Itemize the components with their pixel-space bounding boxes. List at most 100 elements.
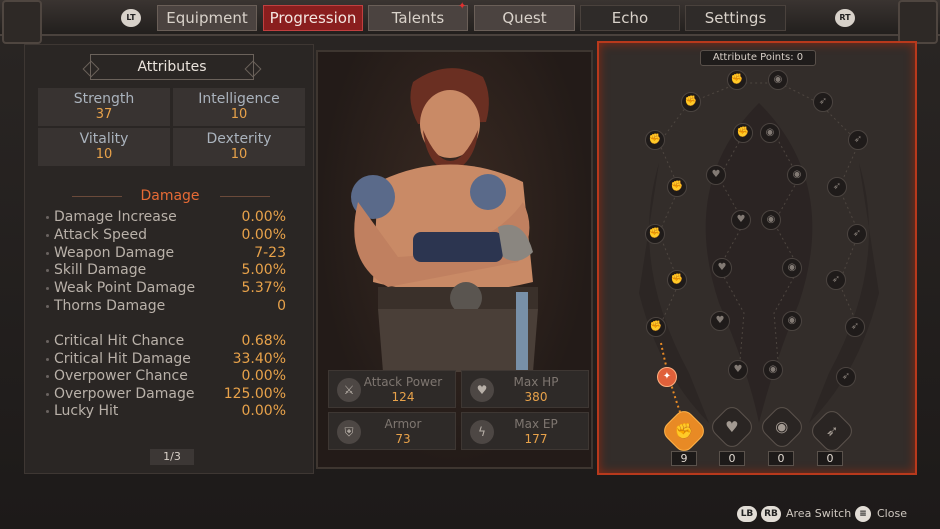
stat-value: 10 [230,147,248,162]
talent-node[interactable]: ✊ [667,270,687,290]
talent-node[interactable]: ➶ [848,130,868,150]
row-label: Overpower Chance [54,368,188,384]
damage-row: Thorns Damage 0 [46,298,286,316]
stat-value: 73 [395,432,411,446]
stat-dexterity: Dexterity 10 [173,128,305,166]
active-talent-node[interactable]: ✦ [657,367,677,387]
row-label: Damage Increase [54,209,177,225]
crit-row: Critical Hit Damage 33.40% [46,351,286,369]
talent-node[interactable]: ➶ [827,177,847,197]
talent-node[interactable]: ◉ [782,258,802,278]
branch-count: 0 [719,451,745,466]
damage-section-title: Damage [140,188,200,204]
stat-name: Armor [384,417,422,431]
stat-value: 10 [95,147,113,162]
tab-echo[interactable]: Echo [580,5,680,31]
talent-node[interactable]: ◉ [761,210,781,230]
section-divider [72,196,122,197]
tab-progression[interactable]: Progression [263,5,363,31]
talent-node[interactable]: ✊ [645,224,665,244]
lightning-icon: ϟ [470,420,494,444]
attribute-points-counter: Attribute Points: 0 [700,50,816,66]
damage-row: Damage Increase 0.00% [46,209,286,227]
row-value: 0 [277,298,286,314]
row-label: Thorns Damage [54,298,166,314]
talent-node[interactable]: ✊ [727,70,747,90]
eye-icon: ◉ [775,418,789,436]
row-value: 5.00% [241,262,286,278]
right-corner-ornament [898,0,938,44]
stat-attack-power: ⚔ Attack Power 124 [328,370,456,408]
crit-row: Overpower Chance 0.00% [46,368,286,386]
branch-count: 0 [768,451,794,466]
talent-node[interactable]: ➶ [813,92,833,112]
tab-settings[interactable]: Settings [685,5,786,31]
talent-node[interactable]: ✊ [667,177,687,197]
stat-max-ep: ϟ Max EP 177 [461,412,589,450]
damage-row: Skill Damage 5.00% [46,262,286,280]
talent-node[interactable]: ◉ [787,165,807,185]
branch-count: 9 [671,451,697,466]
heart-icon: ♥ [470,378,494,402]
attributes-title: Attributes [90,54,254,80]
wing-icon: ➶ [825,421,839,440]
talent-node[interactable]: ♥ [710,311,730,331]
crit-row: Critical Hit Chance 0.68% [46,333,286,351]
top-nav-bar [0,0,940,36]
rb-button-icon[interactable]: RB [761,506,781,522]
talent-node[interactable]: ➶ [836,367,856,387]
damage-row: Weapon Damage 7-23 [46,245,286,263]
lt-button-icon[interactable]: LT [121,9,141,27]
stat-name: Max EP [514,417,558,431]
tab-quest[interactable]: Quest [474,5,575,31]
talent-node[interactable]: ◉ [763,360,783,380]
row-value: 7-23 [254,245,286,261]
talent-node[interactable]: ✊ [646,317,666,337]
row-label: Attack Speed [54,227,148,243]
row-label: Critical Hit Damage [54,351,191,367]
talent-node[interactable]: ♥ [706,165,726,185]
stat-value: 10 [230,107,248,122]
talent-node[interactable]: ◉ [782,311,802,331]
crit-row: Lucky Hit 0.00% [46,403,286,421]
row-label: Weapon Damage [54,245,175,261]
talent-node[interactable]: ✊ [645,130,665,150]
talent-node[interactable]: ◉ [760,123,780,143]
stat-name: Max HP [513,375,559,389]
tree-background-art [639,82,879,424]
talent-node[interactable]: ➶ [847,224,867,244]
row-label: Overpower Damage [54,386,195,402]
talent-tree-panel [597,41,917,475]
talent-node[interactable]: ✊ [681,92,701,112]
menu-button-icon[interactable]: ≡ [855,506,871,522]
lb-button-icon[interactable]: LB [737,506,757,522]
talent-node[interactable]: ➶ [826,270,846,290]
talent-node[interactable]: ♥ [728,360,748,380]
row-value: 0.00% [241,368,286,384]
stat-max-hp: ♥ Max HP 380 [461,370,589,408]
row-value: 0.68% [241,333,286,349]
row-label: Weak Point Damage [54,280,196,296]
stat-value: 380 [524,390,548,404]
page-indicator[interactable]: 1/3 [150,449,194,465]
tab-talents[interactable]: Talents [368,5,468,31]
stat-value: 124 [391,390,415,404]
talent-node[interactable]: ➶ [845,317,865,337]
row-label: Critical Hit Chance [54,333,185,349]
talent-node[interactable]: ✊ [733,123,753,143]
row-value: 33.40% [232,351,286,367]
stat-vitality: Vitality 10 [38,128,170,166]
close-hint[interactable]: Close [877,507,907,520]
row-value: 125.00% [223,386,286,402]
damage-row: Attack Speed 0.00% [46,227,286,245]
left-corner-ornament [2,0,42,44]
armor-icon: ⛨ [337,420,361,444]
rt-button-icon[interactable]: RT [835,9,855,27]
talent-node[interactable]: ♥ [731,210,751,230]
talent-node[interactable]: ♥ [712,258,732,278]
heart-icon: ♥ [725,417,739,436]
tab-equipment[interactable]: Equipment [157,5,257,31]
crit-row: Overpower Damage 125.00% [46,386,286,404]
row-label: Lucky Hit [54,403,119,419]
talent-node[interactable]: ◉ [768,70,788,90]
